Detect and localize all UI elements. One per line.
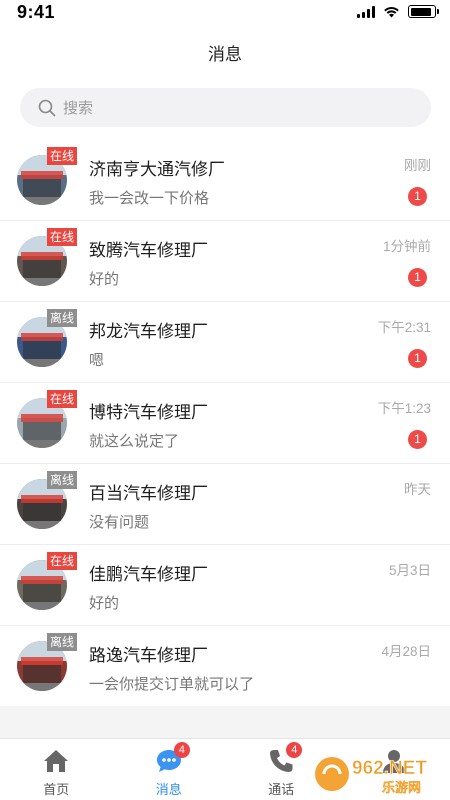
chat-timestamp: 1分钟前 [382, 239, 431, 254]
tab-message-bubble[interactable]: 4 消息 [113, 739, 226, 800]
chat-timestamp: 5月3日 [388, 563, 431, 578]
watermark-logo: 962.NET 乐游网 [315, 757, 428, 796]
search-icon [38, 99, 56, 116]
chat-timestamp: 刚刚 [404, 158, 431, 173]
tab-badge: 4 [286, 742, 303, 758]
search-placeholder: 搜索 [63, 100, 94, 117]
status-badge: 离线 [47, 309, 78, 327]
tab-badge: 4 [173, 742, 190, 758]
chat-list-item[interactable]: 离线 邦龙汽车修理厂 嗯 下午2:31 1 [0, 302, 450, 383]
chat-last-message: 好的 [89, 595, 120, 612]
chat-timestamp: 下午2:31 [377, 320, 431, 335]
search-input[interactable]: 搜索 [20, 88, 431, 127]
chat-list-item[interactable]: 在线 佳鹏汽车修理厂 好的 5月3日 [0, 545, 450, 626]
chat-last-message: 嗯 [89, 352, 105, 369]
status-badge: 在线 [47, 552, 78, 570]
chat-list-item[interactable]: 在线 博特汽车修理厂 就这么说定了 下午1:23 1 [0, 383, 450, 464]
wifi-icon [384, 6, 399, 17]
unread-count-badge: 1 [408, 349, 427, 368]
chat-timestamp: 4月28日 [381, 644, 431, 659]
unread-count-badge: 1 [408, 187, 427, 206]
chat-timestamp: 昨天 [404, 482, 431, 497]
chat-name: 路逸汽车修理厂 [89, 646, 208, 665]
chat-last-message: 没有问题 [89, 514, 150, 531]
svg-text:乐游网: 乐游网 [382, 781, 421, 796]
chat-timestamp: 下午1:23 [377, 401, 431, 416]
chat-last-message: 就这么说定了 [89, 433, 180, 450]
chat-name: 百当汽车修理厂 [89, 484, 208, 503]
status-bar: 9:41 [0, 0, 450, 26]
tab-home[interactable]: 首页 [0, 739, 113, 800]
chat-list-item[interactable]: 离线 百当汽车修理厂 没有问题 昨天 [0, 464, 450, 545]
chat-last-message: 我一会改一下价格 [89, 190, 210, 207]
battery-icon [408, 5, 439, 18]
home-icon [42, 748, 70, 774]
status-time: 9:41 [17, 2, 56, 22]
status-badge: 在线 [47, 228, 78, 246]
chat-name: 致腾汽车修理厂 [89, 241, 208, 260]
list-bottom-spacer [0, 706, 450, 738]
unread-count-badge: 1 [408, 268, 427, 287]
cellular-signal-icon [357, 5, 375, 18]
tab-label: 消息 [155, 782, 182, 797]
status-badge: 离线 [47, 471, 78, 489]
chat-name: 济南亨大通汽修厂 [89, 160, 225, 179]
svg-text:962.NET: 962.NET [352, 758, 427, 779]
status-badge: 在线 [47, 147, 78, 165]
chat-last-message: 好的 [89, 271, 120, 288]
status-icons [357, 5, 439, 18]
page-title: 消息 [208, 45, 242, 64]
status-badge: 在线 [47, 390, 78, 408]
chat-name: 邦龙汽车修理厂 [89, 322, 208, 341]
chat-list-item[interactable]: 在线 致腾汽车修理厂 好的 1分钟前 1 [0, 221, 450, 302]
chat-list-item[interactable]: 离线 路逸汽车修理厂 一会你提交订单就可以了 4月28日 [0, 626, 450, 707]
status-badge: 离线 [47, 633, 78, 651]
chat-last-message: 一会你提交订单就可以了 [89, 676, 255, 693]
unread-count-badge: 1 [408, 430, 427, 449]
tab-label: 首页 [43, 782, 70, 797]
chat-name: 佳鹏汽车修理厂 [89, 565, 208, 584]
chat-name: 博特汽车修理厂 [89, 403, 208, 422]
chat-list: 在线 济南亨大通汽修厂 我一会改一下价格 刚刚 1 在线 致腾汽车修理厂 好的 … [0, 140, 450, 707]
chat-list-item[interactable]: 在线 济南亨大通汽修厂 我一会改一下价格 刚刚 1 [0, 140, 450, 221]
